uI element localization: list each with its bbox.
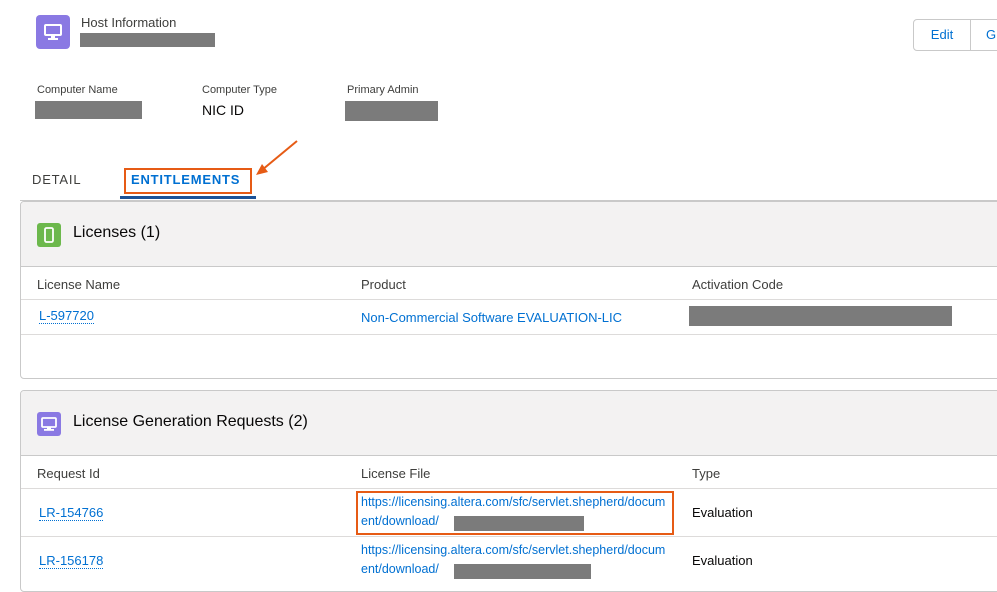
redacted-activation-code: [689, 306, 952, 326]
row-rule: [21, 536, 997, 537]
request-type: Evaluation: [692, 553, 753, 568]
license-icon: [37, 223, 61, 247]
col-type: Type: [692, 466, 721, 481]
licenses-card-header: Licenses (1): [21, 202, 997, 267]
request-id-link[interactable]: LR-156178: [39, 553, 104, 569]
arrow-line-tab: [261, 140, 298, 171]
col-request-id: Request Id: [37, 466, 100, 481]
licenses-title: Licenses (1): [73, 224, 161, 241]
requests-title: License Generation Requests (2): [73, 413, 308, 430]
request-id-link[interactable]: LR-154766: [39, 505, 104, 521]
header-rule: [21, 488, 997, 489]
redacted-file-id: [454, 564, 591, 579]
requests-card-header: License Generation Requests (2): [21, 391, 997, 456]
col-activation-code: Activation Code: [692, 277, 784, 292]
licenses-card: Licenses (1) License Name Product Activa…: [20, 201, 997, 379]
request-type: Evaluation: [692, 505, 753, 520]
annotation-box-url: [356, 491, 674, 535]
row-rule: [21, 334, 997, 335]
product-link[interactable]: Non-Commercial Software EVALUATION-LIC: [361, 310, 622, 325]
col-product: Product: [361, 277, 406, 292]
host-request-icon: [37, 412, 61, 436]
license-name-link[interactable]: L-597720: [39, 308, 94, 324]
header-rule: [21, 299, 997, 300]
col-license-name: License Name: [37, 277, 121, 292]
col-license-file: License File: [361, 466, 431, 481]
